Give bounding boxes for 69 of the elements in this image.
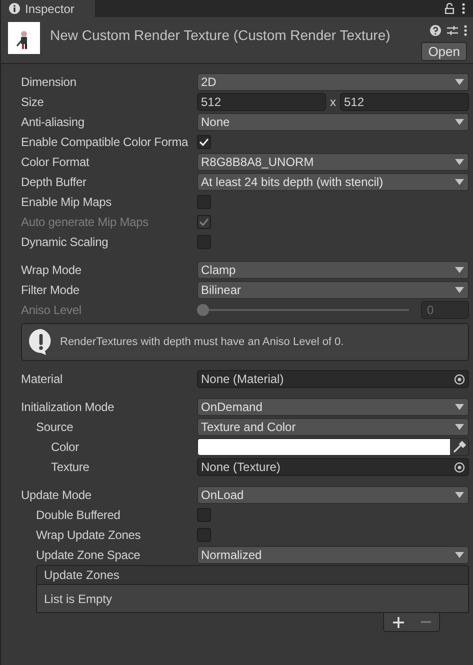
dropdown[interactable]: Clamp <box>197 261 469 279</box>
open-button[interactable]: Open <box>421 42 467 61</box>
color-field[interactable] <box>197 438 469 456</box>
field-label: Double Buffered <box>35 508 122 522</box>
field-label: Dimension <box>21 75 78 89</box>
field-label: Dynamic Scaling <box>21 235 110 249</box>
dropdown[interactable]: Normalized <box>197 546 469 564</box>
sliders-icon[interactable] <box>447 25 458 36</box>
field-label: Enable Mip Maps <box>21 195 112 209</box>
list-header: Update Zones <box>36 565 469 585</box>
lock-icon[interactable] <box>445 3 454 14</box>
color-swatch[interactable] <box>198 439 450 455</box>
caret-icon <box>455 267 464 273</box>
field-label: Depth Buffer <box>21 175 88 189</box>
object-field[interactable]: None (Texture) <box>197 458 469 476</box>
checkbox[interactable] <box>197 508 211 522</box>
help-text: RenderTextures with depth must have an Aniso Level of 0. <box>60 336 344 348</box>
dropdown[interactable]: Texture and Color <box>197 418 469 436</box>
caret-icon <box>455 159 464 165</box>
caret-icon <box>455 287 464 293</box>
dropdown[interactable]: Bilinear <box>197 281 469 299</box>
checkbox[interactable] <box>197 195 211 209</box>
help-icon[interactable] <box>430 25 441 36</box>
field-label: Color <box>50 440 80 454</box>
empty-list-text: List is Empty <box>44 592 112 606</box>
object-field[interactable]: None (Material) <box>197 370 469 388</box>
field-label: Source <box>35 420 74 434</box>
caret-icon <box>455 424 464 430</box>
field-label: Wrap Mode <box>21 263 82 277</box>
field-label: Update Zone Space <box>35 548 142 562</box>
field-label: Wrap Update Zones <box>35 528 142 542</box>
dropdown[interactable]: OnLoad <box>197 486 469 504</box>
field-label: Initialization Mode <box>21 400 116 414</box>
field-label: Anti-aliasing <box>21 115 86 129</box>
target-icon[interactable] <box>454 374 465 384</box>
caret-icon <box>455 492 464 498</box>
dropdown[interactable]: OnDemand <box>197 398 469 416</box>
field-label: Aniso Level <box>21 303 82 317</box>
caret-icon <box>455 119 464 125</box>
field-label: Auto generate Mip Maps <box>21 215 150 229</box>
field-label: Color Format <box>21 155 90 169</box>
info-icon <box>9 3 20 14</box>
caret-icon <box>455 404 464 410</box>
dropdown[interactable]: 2D <box>197 73 469 91</box>
asset-title: New Custom Render Texture (Custom Render Texture) <box>50 26 392 45</box>
minus-icon[interactable] <box>420 621 430 623</box>
field-label: Enable Compatible Color Forma <box>21 135 190 149</box>
dropdown[interactable]: None <box>197 113 469 131</box>
caret-icon <box>455 179 464 185</box>
dropdown[interactable]: R8G8B8A8_UNORM <box>197 153 469 171</box>
caret-icon <box>455 79 464 85</box>
field-label: Texture <box>50 460 90 474</box>
checkbox[interactable] <box>197 135 211 149</box>
field-label: Filter Mode <box>21 283 80 297</box>
inspector-tab[interactable]: Inspector <box>1 0 95 17</box>
kebab-menu-icon[interactable] <box>464 25 467 36</box>
width-field[interactable]: 512 <box>197 93 326 111</box>
times-sign: x <box>330 95 336 109</box>
kebab-menu-icon[interactable] <box>462 3 465 14</box>
target-icon[interactable] <box>454 462 465 472</box>
caret-icon <box>455 552 464 558</box>
dropdown[interactable]: At least 24 bits depth (with stencil) <box>197 173 469 191</box>
plus-icon[interactable] <box>392 616 404 628</box>
field-label: Material <box>21 372 64 386</box>
height-field[interactable]: 512 <box>340 93 469 111</box>
checkbox[interactable] <box>197 235 211 249</box>
field-label: Size <box>21 95 45 109</box>
field-label: Update Mode <box>21 488 92 502</box>
checkbox[interactable] <box>197 528 211 542</box>
